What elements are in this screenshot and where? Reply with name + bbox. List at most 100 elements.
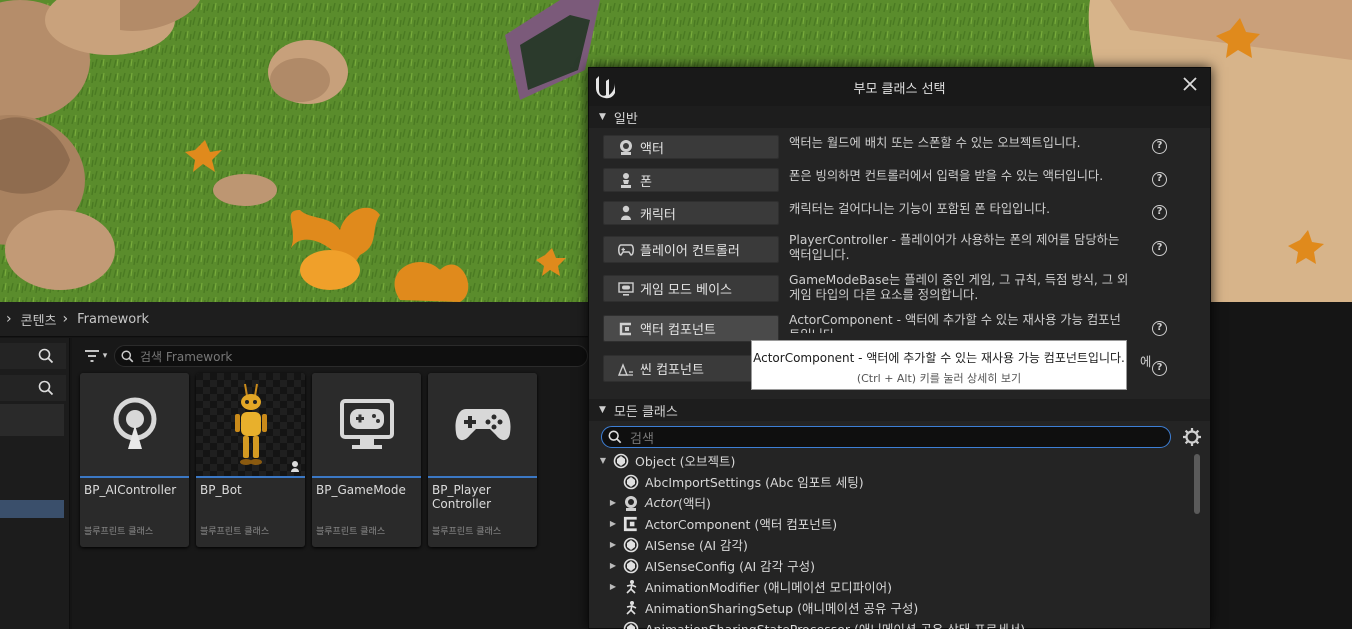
button-label: 플레이어 컨트롤러 [640,244,740,259]
filter-button[interactable]: ▾ [78,345,114,367]
tree-label: AnimationSharingStateProcessor (애니메이션 공유… [645,619,1025,629]
tree-label: (액터) [678,496,711,511]
class-search-input[interactable]: 검색 [601,426,1171,448]
asset-tile[interactable]: BP_AIController 블루프린트 클래스 [80,373,189,547]
tree-label: Object (오브젝트) [635,454,736,469]
asset-tile[interactable]: BP_Player Controller 블루프린트 클래스 [428,373,537,547]
tree-item[interactable]: AnimationSharingStateProcessor (애니메이션 공유… [607,618,1025,629]
class-description: 폰은 빙의하면 컨트롤러에서 입력을 받을 수 있는 액터입니다. [789,169,1104,183]
gear-icon[interactable] [1182,427,1202,447]
expand-arrow-icon[interactable]: ▶ [607,540,619,549]
asset-type-stripe [428,476,537,478]
asset-tile[interactable]: BP_GameMode 블루프린트 클래스 [312,373,421,547]
scene-component-icon [618,362,633,376]
breadcrumb: › 콘텐츠 › Framework [0,302,590,337]
asset-thumbnail [80,373,189,476]
character-icon [621,205,631,220]
object-icon [623,558,639,573]
asset-type-stripe [196,476,305,478]
section-label: 일반 [613,111,638,127]
button-label: 게임 모드 베이스 [640,283,732,298]
asset-type: 블루프린트 클래스 [200,527,270,537]
asset-thumbnail [196,373,305,476]
gamepad-icon [454,408,511,440]
player-controller-class-button[interactable]: 플레이어 컨트롤러 [603,236,779,263]
asset-grid: ▾ 검색 Framework BP_AIController 블루프린트 클래스… [72,338,590,629]
expand-arrow-icon[interactable]: ▶ [607,498,619,507]
breadcrumb-item-framework[interactable]: Framework [77,312,149,327]
folder-tree-item[interactable] [0,404,64,436]
help-icon[interactable]: ? [1152,172,1167,187]
asset-type-stripe [312,476,421,478]
expand-arrow-icon[interactable]: ▶ [607,582,619,591]
sources-search-row[interactable] [0,343,66,369]
editor-window: › 콘텐츠 › Framework ▾ 검색 Framework BP_AICo… [0,0,1352,629]
help-icon[interactable]: ? [1152,321,1167,336]
asset-name: BP_AIController [84,483,177,497]
pawn-icon [621,173,631,188]
tree-label: AISenseConfig (AI 감각 구성) [645,559,816,574]
tooltip-hint: (Ctrl + Alt) 키를 눌러 상세히 보기 [856,372,1022,385]
collections-search-row[interactable] [0,375,66,401]
game-mode-base-class-button[interactable]: 게임 모드 베이스 [603,275,779,302]
scrollbar-thumb[interactable] [1194,454,1200,514]
asset-name: BP_GameMode [316,483,406,497]
asset-tile[interactable]: BP_Bot 블루프린트 클래스 [196,373,305,547]
common-class-row: 플레이어 컨트롤러 PlayerController - 플레이어가 사용하는 … [603,233,1203,267]
game-mode-icon [339,398,394,449]
tree-item[interactable]: ▶ AISenseConfig (AI 감각 구성) [607,555,815,576]
search-icon[interactable] [38,348,54,364]
tree-item-object[interactable]: ▼ Object (오브젝트) [597,450,735,471]
asset-name: BP_Player Controller [432,483,492,511]
tree-label: AnimationModifier (애니메이션 모디파이어) [645,580,892,595]
section-label: 모든 클래스 [613,404,678,420]
character-class-button[interactable]: 캐릭터 [603,201,779,225]
actor-icon [620,140,632,155]
object-icon [623,537,639,552]
tree-item[interactable]: ▶ Actor (액터) [607,492,711,513]
dialog-title-bar[interactable]: 부모 클래스 선택 [589,68,1210,106]
tree-item[interactable]: ▶ ActorComponent (액터 컴포넌트) [607,513,837,534]
help-icon[interactable]: ? [1152,361,1167,376]
help-icon[interactable]: ? [1152,139,1167,154]
tree-label: AnimationSharingSetup (애니메이션 공유 구성) [645,601,919,616]
tree-label: ActorComponent (액터 컴포넌트) [645,517,838,532]
actor-class-button[interactable]: 액터 [603,135,779,159]
button-label: 폰 [640,174,652,190]
gamepad-icon [618,243,634,256]
help-icon[interactable]: ? [1152,241,1167,256]
asset-type: 블루프린트 클래스 [84,527,154,537]
chevron-right-icon: › [62,311,69,327]
search-icon[interactable] [38,380,54,396]
all-classes-header[interactable]: ▼ 모든 클래스 [589,399,1210,421]
pawn-class-button[interactable]: 폰 [603,168,779,192]
search-placeholder: 검색 Framework [140,349,233,364]
ai-controller-icon [113,397,156,449]
tree-item[interactable]: ▶ AISense (AI 감각) [607,534,748,555]
expand-arrow-icon[interactable]: ▶ [607,561,619,570]
button-label: 액터 [640,141,664,157]
folder-tree-item-selected[interactable] [0,500,64,518]
tree-label-italic: Actor [645,495,679,510]
class-description: 캐릭터는 걸어다니는 기능이 포함된 폰 타입입니다. [789,202,1051,216]
unreal-logo-icon [596,76,615,99]
tree-item[interactable]: ▶ AnimationModifier (애니메이션 모디파이어) [607,576,892,597]
tree-item[interactable]: AbcImportSettings (Abc 임포트 세팅) [607,471,864,492]
close-icon [1183,77,1197,91]
common-class-row: 폰 폰은 빙의하면 컨트롤러에서 입력을 받을 수 있는 액터입니다. ? [603,167,1203,193]
object-icon [623,474,639,489]
breadcrumb-item-content[interactable]: 콘텐츠 [21,310,57,329]
button-label: 캐릭터 [640,207,676,223]
help-icon[interactable]: ? [1152,205,1167,220]
expand-arrow-icon[interactable]: ▼ [597,456,609,465]
search-icon [608,430,622,444]
expand-arrow-icon[interactable]: ▶ [607,519,619,528]
common-classes-header[interactable]: ▼ 일반 [589,106,1210,128]
game-mode-icon [618,281,634,296]
close-button[interactable] [1180,76,1200,96]
tree-item[interactable]: AnimationSharingSetup (애니메이션 공유 구성) [607,597,918,618]
chevron-down-icon: ▾ [102,351,108,361]
search-input[interactable]: 검색 Framework [114,345,588,367]
common-class-row: 액터 액터는 월드에 배치 또는 스폰할 수 있는 오브젝트입니다. ? [603,134,1203,160]
actor-component-class-button[interactable]: 액터 컴포넌트 [603,315,779,342]
